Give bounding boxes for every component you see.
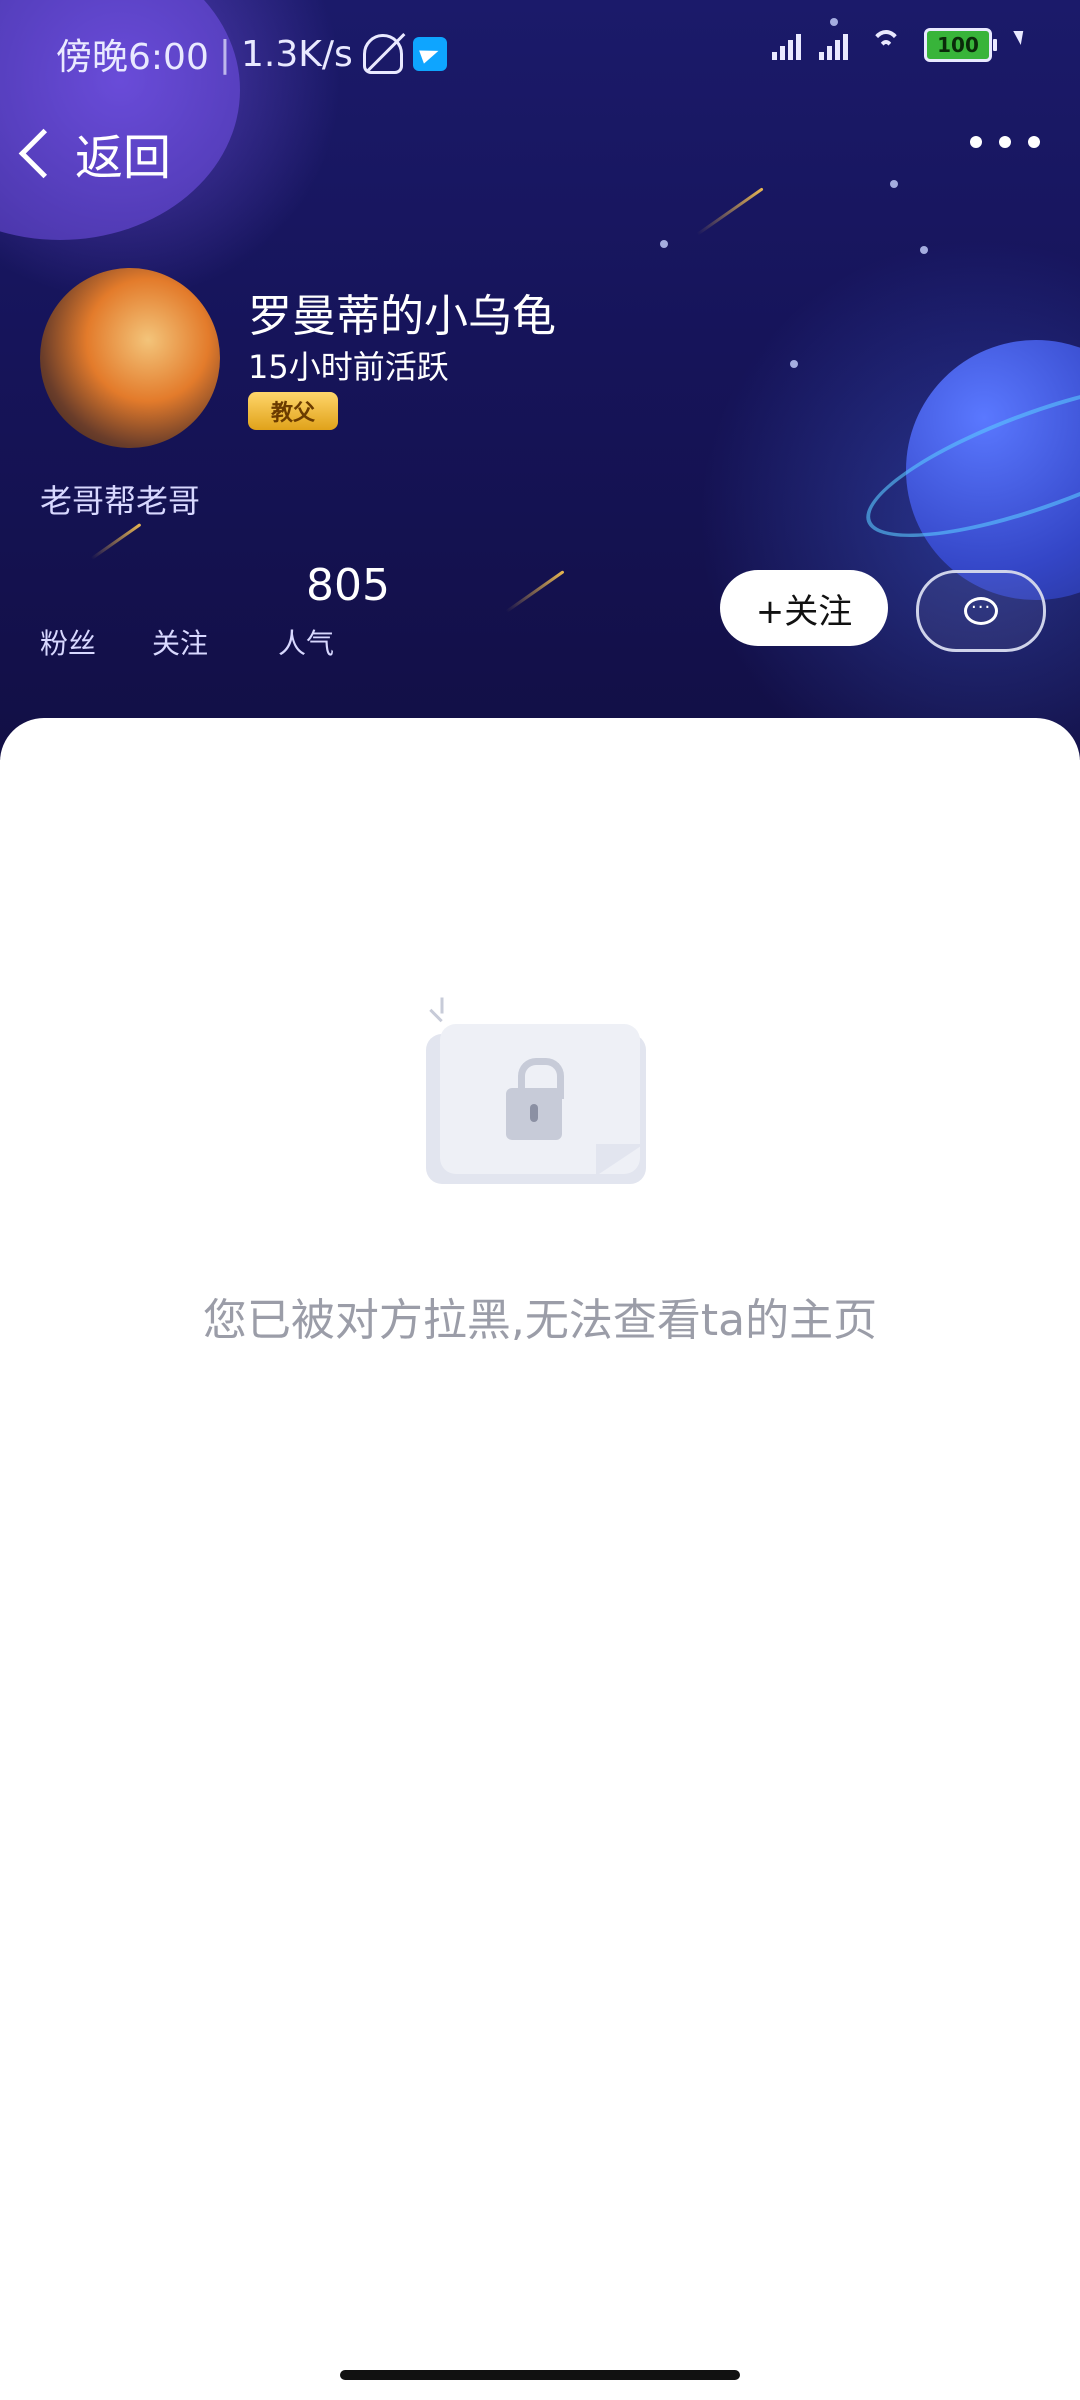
charging-bolt-icon — [1010, 31, 1024, 59]
blocked-message: 您已被对方拉黑,无法查看ta的主页 — [202, 1295, 878, 1346]
network-speed: 1.3K/s — [240, 33, 353, 75]
chat-icon — [964, 592, 998, 625]
dot-icon — [999, 136, 1011, 148]
status-bar: 傍晚6:00 | 1.3K/s 100 — [56, 28, 1024, 78]
battery-icon: 100 — [924, 28, 997, 62]
wifi-icon — [866, 30, 906, 60]
signal-icon — [819, 30, 848, 60]
home-indicator[interactable] — [340, 2370, 740, 2380]
fans-label[interactable]: 粉丝 — [40, 622, 96, 662]
username: 罗曼蒂的小乌龟 — [248, 291, 556, 342]
popularity-value: 805 — [306, 560, 390, 611]
avatar[interactable] — [40, 268, 220, 448]
back-button[interactable]: 返回 — [18, 118, 172, 188]
locked-illustration — [426, 997, 656, 1204]
profile-signature: 老哥帮老哥 — [40, 482, 201, 520]
mute-bell-icon — [362, 34, 403, 74]
follow-button[interactable]: +关注 — [720, 570, 888, 646]
status-time: 傍晚6:00 — [56, 37, 209, 78]
signal-icon — [772, 30, 801, 60]
stats-row: 805 粉丝 关注 人气 — [40, 560, 390, 662]
profile-content: 您已被对方拉黑,无法查看ta的主页 — [0, 718, 1080, 2400]
status-divider: | — [218, 33, 231, 75]
chevron-left-icon — [18, 128, 69, 178]
more-options-button[interactable] — [970, 130, 1040, 154]
spark-icon — [426, 997, 450, 1028]
dot-icon — [1028, 136, 1040, 148]
back-label: 返回 — [75, 130, 172, 186]
dot-icon — [970, 136, 982, 148]
popularity-label: 人气 — [278, 627, 335, 660]
title-badge: 教父 — [248, 392, 338, 430]
last-active: 15小时前活跃 — [248, 348, 449, 386]
message-button[interactable] — [916, 570, 1046, 652]
telegram-icon — [412, 37, 447, 71]
following-label[interactable]: 关注 — [152, 622, 208, 662]
